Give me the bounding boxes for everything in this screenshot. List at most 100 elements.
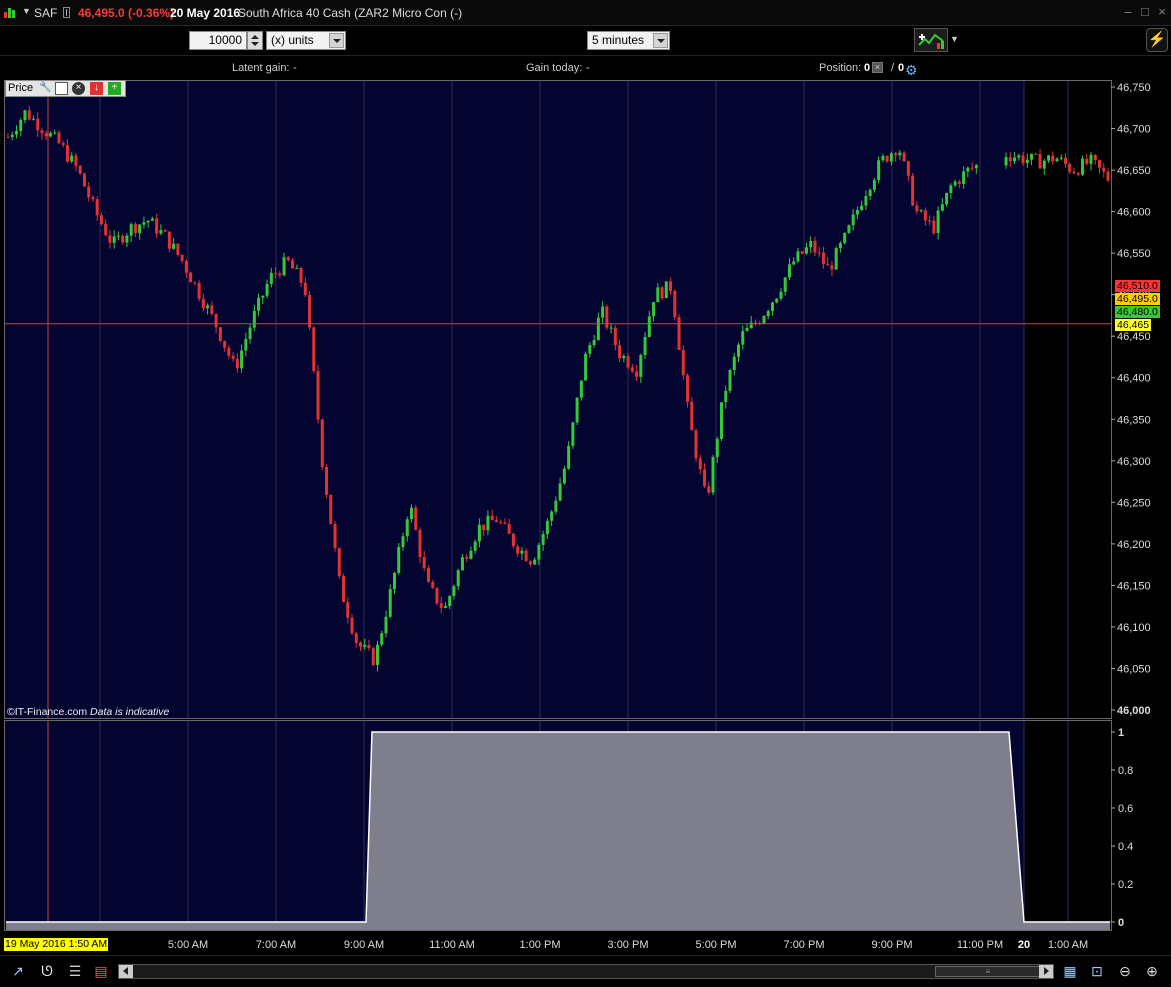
candle-body [142,222,146,225]
candle-body [804,247,808,254]
candle-body [397,547,401,573]
candle-body [970,167,974,169]
candle-body [562,468,566,484]
candle-body [503,522,507,524]
zoom-in-icon[interactable]: ⊕ [1143,962,1161,980]
candle-body [435,587,439,604]
price-tag-cursor: 46,465 [1115,319,1152,331]
candle-body [422,557,426,569]
candle-body [261,295,265,298]
candle-body [605,306,609,328]
x-tick-label: 5:00 PM [696,939,737,951]
zoom-fit-icon[interactable]: ⊡ [1088,962,1106,980]
cursor-icon[interactable]: ↗ [9,962,27,980]
candle-body [949,185,953,193]
candle-body [61,143,65,146]
y-tick-label: 46,750 [1117,82,1151,94]
candle-body [197,282,201,299]
y-tick-label: 46,200 [1117,539,1151,551]
new-window-icon[interactable]: + [108,82,121,95]
candle-body [855,210,859,215]
x-tick-label: 7:00 PM [784,939,825,951]
zoom-out-icon[interactable]: ⊖ [1116,962,1134,980]
candle-body [1017,155,1021,158]
candle-body [269,272,273,284]
candle-body [537,544,541,560]
candle-body [902,152,906,162]
candle-body [630,367,634,372]
magnet-icon[interactable]: ᘎ [38,962,56,980]
candle-body [762,316,766,324]
y-tick-label: 46,650 [1117,165,1151,177]
candle-body [99,215,103,225]
candle-body [477,524,481,542]
candle-body [694,430,698,459]
candle-body [851,214,855,226]
candle-body [724,390,728,403]
candle-body [1013,157,1017,162]
candle-body [872,180,876,190]
x-tick-label: 9:00 AM [344,939,384,951]
candle-body [584,353,588,381]
y-tick-label: 46,100 [1117,622,1151,634]
candle-body [1042,160,1046,169]
y-tick-label: 46,300 [1117,456,1151,468]
candle-body [511,533,515,547]
window-icon[interactable] [55,82,68,95]
cursor-date-label: 19 May 2016 1:50 AM [4,938,109,951]
candle-body [40,130,44,134]
candle-body [108,235,112,243]
candle-body [95,199,99,216]
candle-body [248,327,252,340]
x-tick-label: 20 [1018,939,1030,951]
candle-body [507,523,511,534]
candle-body [703,469,707,487]
candle-body [690,401,694,431]
y-tick-label: 46,450 [1117,331,1151,343]
candle-body [533,559,537,565]
wrench-icon[interactable]: 🔧 [39,82,52,95]
candle-body [10,134,14,137]
candle-body [881,156,885,161]
layers-icon[interactable]: ▤ [92,962,110,980]
scroll-right-icon[interactable] [1039,965,1053,978]
candle-body [448,596,452,606]
candle-body [443,605,447,608]
candle-body [635,371,639,377]
candle-body [919,210,923,212]
candle-body [613,327,617,346]
candle-body [945,192,949,205]
horizontal-scrollbar[interactable]: ≡ [118,964,1054,979]
candle-body [860,205,864,211]
candle-body [316,370,320,420]
candle-body [392,572,396,590]
candle-body [737,344,741,357]
candle-body [932,220,936,234]
list-icon[interactable]: ☰ [66,962,84,980]
candle-body [647,316,651,337]
candle-body [274,272,278,274]
candle-body [567,445,571,469]
bars-icon[interactable]: ▦ [1061,962,1079,980]
candle-body [652,302,656,317]
price-panel-label: Price [8,82,34,94]
candle-body [894,153,898,156]
candle-body [847,225,851,233]
candle-body [180,254,184,261]
candle-body [656,287,660,303]
candle-body [588,345,592,354]
scroll-left-icon[interactable] [119,965,133,978]
chart-canvas[interactable]: 46,75046,70046,65046,60046,55046,50046,4… [0,0,1171,987]
candle-body [27,110,31,120]
candle-body [698,458,702,470]
candle-body [82,173,86,187]
scroll-thumb-icon[interactable]: ≡ [935,966,1041,977]
y-tick-label: 46,150 [1117,580,1151,592]
candle-body [1055,158,1059,162]
candle-body [707,486,711,493]
close-icon[interactable]: × [72,82,85,95]
export-icon[interactable]: ↓ [90,82,103,95]
credit-source: ©IT-Finance.com [7,706,88,718]
candle-body [1064,157,1068,165]
price-panel-toolbar: Price 🔧 × ↓ + [5,80,126,97]
